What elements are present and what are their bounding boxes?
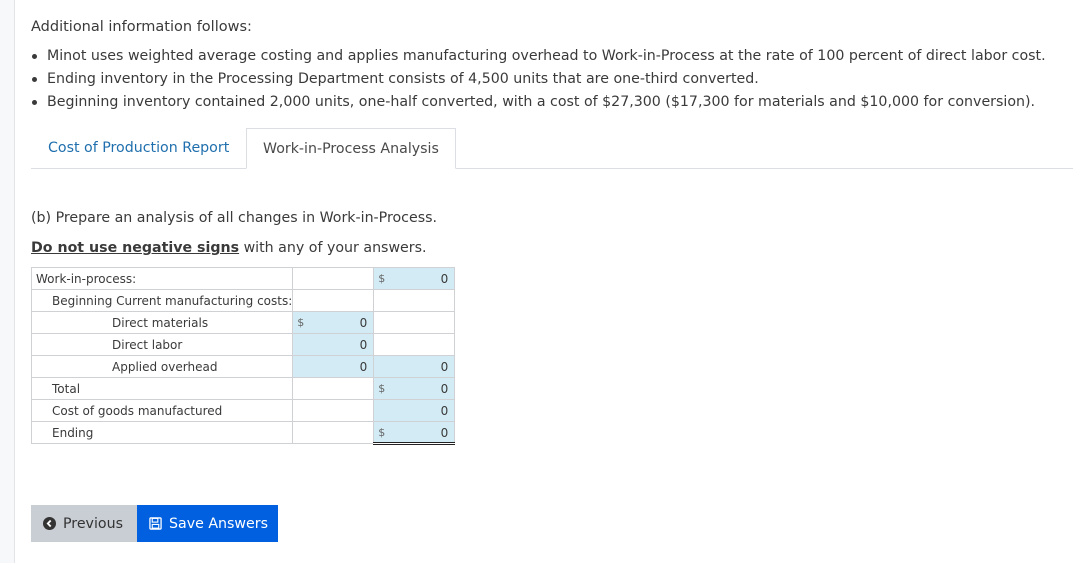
- empty-cell: [292, 267, 375, 290]
- intro-text: Additional information follows:: [31, 19, 252, 35]
- save-answers-button[interactable]: Save Answers: [137, 505, 278, 542]
- row-label: Beginning Current manufacturing costs:: [30, 289, 294, 312]
- wip-beginning-input[interactable]: $0: [373, 267, 456, 290]
- left-rail: [0, 0, 15, 563]
- empty-cell: [292, 399, 375, 422]
- currency-sign: $: [378, 382, 386, 395]
- row-label: Direct materials: [30, 311, 294, 334]
- wip-analysis-table: Work-in-process: $0 Beginning Current ma…: [30, 267, 456, 445]
- empty-cell: [292, 289, 375, 312]
- row-label: Work-in-process:: [30, 267, 294, 290]
- tab-bar: Cost of Production Report Work-in-Proces…: [31, 128, 1073, 169]
- row-label: Direct labor: [30, 333, 294, 356]
- tab-cost-of-production-report[interactable]: Cost of Production Report: [32, 128, 245, 169]
- empty-cell: [373, 289, 456, 312]
- wip-ending-input[interactable]: $0: [373, 421, 456, 445]
- instruction-text: Do not use negative signs with any of yo…: [31, 238, 427, 258]
- currency-sign: $: [378, 426, 386, 439]
- question-prompt: (b) Prepare an analysis of all changes i…: [31, 210, 438, 226]
- info-item: Ending inventory in the Processing Depar…: [31, 68, 1046, 91]
- info-item: Minot uses weighted average costing and …: [31, 45, 1046, 68]
- chevron-left-circle-icon: [43, 517, 56, 530]
- floppy-disk-icon: [149, 517, 162, 530]
- tab-work-in-process-analysis[interactable]: Work-in-Process Analysis: [246, 128, 456, 169]
- applied-overhead-input[interactable]: 0: [292, 355, 375, 378]
- row-label: Applied overhead: [30, 355, 294, 378]
- currency-sign: $: [297, 316, 305, 329]
- table-row: Ending $0: [30, 421, 456, 445]
- empty-cell: [292, 421, 375, 444]
- navigation-buttons: Previous Save Answers: [31, 505, 278, 542]
- direct-materials-input[interactable]: $0: [292, 311, 375, 334]
- info-item: Beginning inventory contained 2,000 unit…: [31, 91, 1046, 114]
- instruction-emphasis: Do not use negative signs: [31, 240, 240, 256]
- empty-cell: [292, 377, 375, 400]
- table-row: Work-in-process: $0: [30, 267, 456, 290]
- row-label: Total: [30, 377, 294, 400]
- direct-labor-input[interactable]: 0: [292, 333, 375, 356]
- cost-of-goods-manufactured-input[interactable]: 0: [373, 399, 456, 422]
- previous-label: Previous: [63, 515, 123, 532]
- currency-sign: $: [378, 272, 386, 285]
- row-label: Cost of goods manufactured: [30, 399, 294, 422]
- table-row: Applied overhead 0 0: [30, 355, 456, 378]
- save-answers-label: Save Answers: [169, 515, 268, 532]
- empty-cell: [373, 311, 456, 334]
- table-row: Direct materials $0: [30, 311, 456, 334]
- empty-cell: [373, 333, 456, 356]
- table-row: Total $0: [30, 377, 456, 400]
- table-row: Beginning Current manufacturing costs:: [30, 289, 456, 312]
- table-row: Cost of goods manufactured 0: [30, 399, 456, 422]
- current-costs-subtotal-input[interactable]: 0: [373, 355, 456, 378]
- row-label: Ending: [30, 421, 294, 444]
- previous-button[interactable]: Previous: [31, 505, 137, 542]
- instruction-rest: with any of your answers.: [239, 240, 427, 256]
- info-list: Minot uses weighted average costing and …: [31, 45, 1046, 114]
- total-input[interactable]: $0: [373, 377, 456, 400]
- table-row: Direct labor 0: [30, 333, 456, 356]
